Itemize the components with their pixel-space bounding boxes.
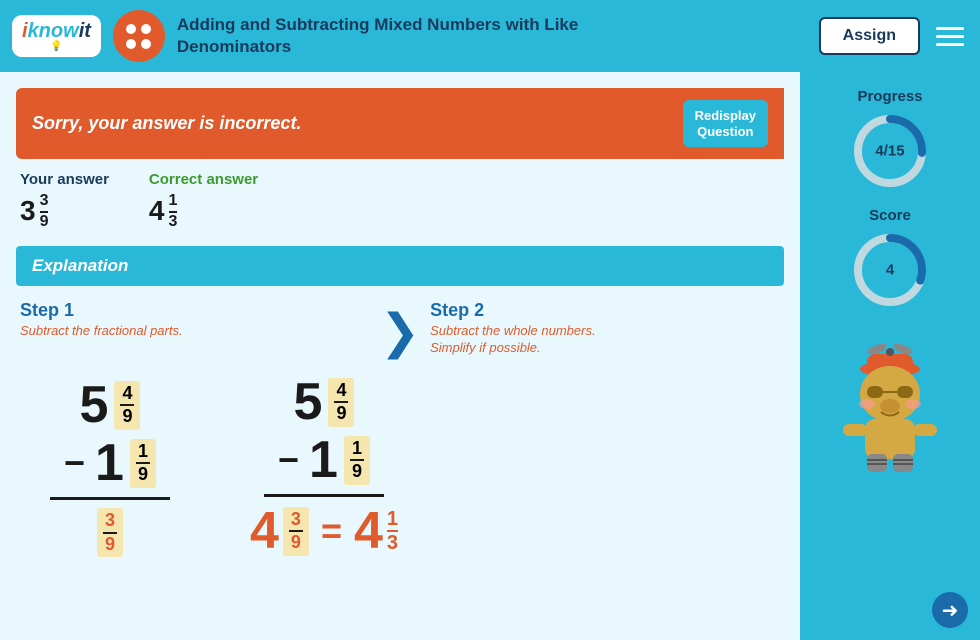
steps-row: Step 1 Subtract the fractional parts. ❯ … (16, 300, 784, 360)
dice-dot (141, 24, 151, 34)
lesson-title: Adding and Subtracting Mixed Numbers wit… (177, 14, 807, 58)
step-2: Step 2 Subtract the whole numbers.Simpli… (430, 300, 780, 357)
correct-fraction: 1 3 (169, 192, 178, 230)
top-den-2: 9 (334, 403, 348, 425)
logo-light: 💡 (22, 41, 91, 52)
top-whole-2: 5 (294, 376, 323, 428)
final-num: 3 (289, 509, 303, 533)
bottom-whole-2: 1 (309, 434, 338, 486)
explanation-title: Explanation (32, 256, 128, 275)
your-denominator: 9 (40, 213, 49, 231)
explanation-bar: Explanation (16, 246, 784, 286)
dice-dot (126, 39, 136, 49)
hamburger-line (936, 27, 964, 30)
dice-dot (141, 39, 151, 49)
arrow-right-icon: ➜ (942, 598, 959, 623)
simplified-den: 3 (387, 532, 398, 554)
logo: iknowit 💡 (12, 15, 101, 57)
minus-sign-1: − (64, 442, 85, 484)
right-sidebar: Progress 4/15 Score 4 (800, 72, 980, 640)
dice-dot (126, 24, 136, 34)
top-row-2: 5 4 9 (294, 376, 355, 428)
hamburger-line (936, 35, 964, 38)
progress-label: Progress (857, 88, 922, 105)
bottom-row-2: − 1 1 9 (278, 434, 370, 486)
final-fraction: 3 9 (283, 507, 309, 556)
result-row-2: 4 3 9 = 4 1 3 (250, 505, 398, 557)
your-answer-value: 3 3 9 (20, 192, 109, 230)
menu-button[interactable] (932, 23, 968, 50)
equation-block-2: 5 4 9 − 1 1 9 4 (250, 376, 398, 557)
step-1: Step 1 Subtract the fractional parts. (20, 300, 370, 340)
top-whole-1: 5 (80, 379, 109, 431)
redisplay-button[interactable]: RedisplayQuestion (683, 100, 768, 147)
correct-denominator: 3 (169, 213, 178, 231)
top-num-1: 4 (120, 383, 134, 407)
progress-value: 4/15 (875, 143, 904, 160)
bottom-row-1: − 1 1 9 (64, 437, 156, 489)
correct-answer-value: 4 1 3 (149, 192, 258, 230)
step-arrow-icon: ❯ (380, 304, 420, 360)
correct-whole-number: 4 (149, 195, 165, 227)
simplified-num: 1 (387, 508, 398, 532)
step2-title: Step 2 (430, 300, 780, 321)
hamburger-line (936, 43, 964, 46)
your-whole-number: 3 (20, 195, 36, 227)
answer-comparison: Your answer 3 3 9 Correct answer 4 1 3 (16, 171, 784, 230)
incorrect-text: Sorry, your answer is incorrect. (32, 113, 301, 134)
your-numerator: 3 (40, 192, 49, 213)
score-label: Score (869, 207, 911, 224)
logo-it: it (79, 20, 91, 42)
bottom-num-2: 1 (350, 438, 364, 462)
top-den-1: 9 (120, 406, 134, 428)
divider-line-1 (50, 497, 170, 500)
your-answer-col: Your answer 3 3 9 (20, 171, 109, 230)
score-value: 4 (886, 262, 894, 279)
step1-title: Step 1 (20, 300, 370, 321)
navigation-arrow[interactable]: ➜ (932, 592, 968, 628)
content-area: Sorry, your answer is incorrect. Redispl… (0, 72, 800, 640)
equation-block-1: 5 4 9 − 1 1 9 (50, 379, 170, 557)
step1-description: Subtract the fractional parts. (20, 323, 370, 340)
step2-description: Subtract the whole numbers.Simplify if p… (430, 323, 780, 357)
divider-line-2 (264, 494, 384, 497)
top-fraction-2: 4 9 (328, 378, 354, 427)
minus-sign-2: − (278, 439, 299, 481)
mascot-character (825, 334, 955, 484)
result-num-1: 3 (103, 510, 117, 534)
top-row-1: 5 4 9 (80, 379, 141, 431)
final-whole: 4 (250, 505, 279, 557)
top-num-2: 4 (334, 380, 348, 404)
your-answer-label: Your answer (20, 171, 109, 188)
app-header: iknowit 💡 Adding and Subtracting Mixed N… (0, 0, 980, 72)
score-circle: 4 (850, 230, 930, 310)
bottom-fraction-1: 1 9 (130, 439, 156, 488)
logo-know: know (28, 20, 79, 42)
bottom-num-1: 1 (136, 441, 150, 465)
equals-sign: = (321, 510, 342, 552)
top-fraction-1: 4 9 (114, 381, 140, 430)
simplified-whole: 4 (354, 505, 383, 557)
simplified-fraction: 1 3 (387, 508, 398, 554)
bottom-whole-1: 1 (95, 437, 124, 489)
progress-section: Progress 4/15 (850, 88, 930, 191)
bottom-fraction-2: 1 9 (344, 436, 370, 485)
result-fraction-1: 3 9 (97, 508, 123, 557)
correct-answer-label: Correct answer (149, 171, 258, 188)
correct-numerator: 1 (169, 192, 178, 213)
score-section: Score 4 (850, 207, 930, 310)
math-work-area: 5 4 9 − 1 1 9 (16, 376, 784, 557)
bottom-den-1: 9 (136, 464, 150, 486)
final-den: 9 (289, 532, 303, 554)
dice-icon (113, 10, 165, 62)
correct-answer-col: Correct answer 4 1 3 (149, 171, 258, 230)
result-den-1: 9 (103, 534, 117, 556)
main-content: Sorry, your answer is incorrect. Redispl… (0, 72, 980, 640)
progress-circle: 4/15 (850, 111, 930, 191)
your-fraction: 3 9 (40, 192, 49, 230)
bottom-den-2: 9 (350, 461, 364, 483)
result-row-1: 3 9 (97, 508, 123, 557)
incorrect-banner: Sorry, your answer is incorrect. Redispl… (16, 88, 784, 159)
assign-button[interactable]: Assign (819, 17, 920, 55)
